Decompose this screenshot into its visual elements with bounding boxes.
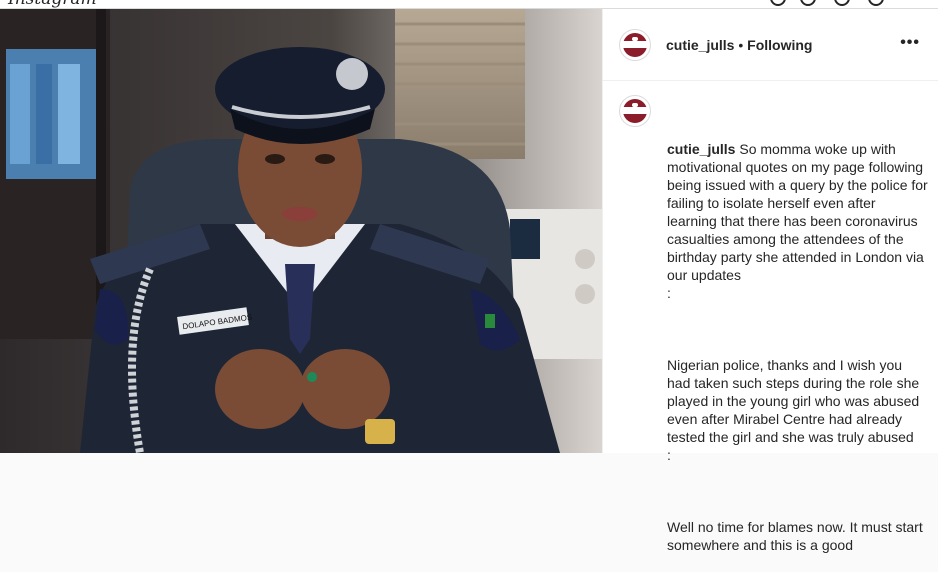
caption-username-link[interactable]: cutie_julls [667,141,735,157]
avatar[interactable] [619,29,651,61]
following-button[interactable]: Following [747,37,812,53]
post-caption: cutie_julls So momma woke up with motiva… [667,104,929,572]
heart-icon[interactable] [868,0,884,6]
more-options-icon[interactable]: ••• [900,35,920,51]
username-link[interactable]: cutie_julls [666,37,734,53]
caption-avatar[interactable] [619,95,651,127]
header-username-row: cutie_julls • Following [666,37,812,53]
avatar-band [622,107,648,114]
caption-text: So momma woke up with motivational quote… [667,141,928,301]
avatar-band [622,41,648,48]
avatar-crown [632,37,638,41]
caption-intro: cutie_julls So momma woke up with motiva… [667,140,929,302]
post-photo[interactable]: DOLAPO BADMOS [0,9,602,453]
explore-icon[interactable] [834,0,850,6]
home-icon[interactable] [770,0,786,6]
separator-dot: • [734,37,748,53]
photo-illustration: DOLAPO BADMOS [0,9,602,453]
avatar-crown [632,103,638,107]
instagram-logo[interactable]: Instagram [8,0,97,8]
caption-paragraph-3: Well no time for blames now. It must sta… [667,519,927,553]
top-nav: Instagram [0,0,938,9]
caption-paragraph-2: Nigerian police, thanks and I wish you h… [667,357,920,463]
post-header: cutie_julls • Following ••• [603,9,938,81]
direct-icon[interactable] [800,0,816,6]
